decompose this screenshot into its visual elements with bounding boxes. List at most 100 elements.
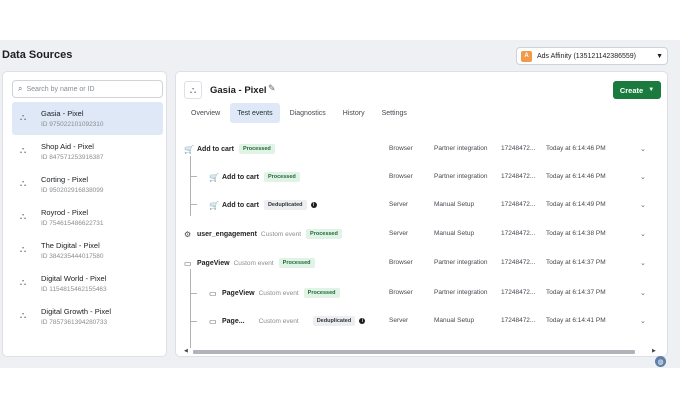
- engagement-icon: ⚙: [184, 229, 192, 239]
- custom-event-label: Custom event: [260, 230, 302, 238]
- source-item-digital-growth[interactable]: ⛬ Digital Growth - Pixel ID 7857361394280…: [12, 300, 163, 333]
- source-item-corting[interactable]: ⛬ Corting - Pixel ID 950202916838099: [12, 168, 163, 201]
- chevron-down-icon[interactable]: ⌄: [640, 317, 646, 325]
- tab-diagnostics[interactable]: Diagnostics: [283, 103, 333, 123]
- event-id: 17248472...: [501, 173, 536, 180]
- custom-event-label: Custom event: [258, 317, 299, 325]
- chevron-down-icon[interactable]: ⌄: [640, 173, 646, 181]
- event-id: 17248472...: [501, 259, 536, 266]
- event-time: Today at 6:14:37 PM: [546, 259, 606, 266]
- event-time: Today at 6:14:41 PM: [546, 317, 606, 324]
- event-name: PageView: [222, 289, 255, 297]
- search-input[interactable]: ⌕ Search by name or ID: [12, 80, 163, 98]
- event-name: user_engagement: [197, 230, 257, 238]
- table-row[interactable]: 🛒 Add to cart Deduplicated i Server Manu…: [184, 191, 650, 219]
- event-time: Today at 6:14:46 PM: [546, 145, 606, 152]
- event-id: 17248472...: [501, 317, 536, 324]
- source-name: Corting - Pixel: [41, 175, 89, 184]
- pixel-name: Gasia - Pixel: [210, 85, 267, 96]
- scroll-right-icon[interactable]: ▶: [652, 348, 656, 354]
- source-id: ID 7857361394280733: [41, 319, 108, 326]
- chevron-down-icon[interactable]: ⌄: [640, 230, 646, 238]
- custom-event-label: Custom event: [258, 289, 299, 297]
- source-item-shop-aid[interactable]: ⛬ Shop Aid - Pixel ID 847571253916387: [12, 135, 163, 168]
- create-button[interactable]: Create ▼: [613, 81, 661, 99]
- table-row[interactable]: 🛒 Add to cart Processed Browser Partner …: [184, 135, 650, 163]
- status-badge: Deduplicated: [312, 316, 356, 326]
- pixel-detail-panel: ⛬ Gasia - Pixel ✎ Create ▼ Overview Test…: [175, 71, 668, 357]
- page-icon: ▭: [209, 316, 217, 326]
- chevron-down-icon: ▼: [656, 52, 663, 60]
- source-name: Digital World - Pixel: [41, 274, 107, 283]
- pixel-icon: ⛬: [19, 144, 27, 155]
- scroll-left-icon[interactable]: ◀: [184, 348, 188, 354]
- source-id: ID 975022101092310: [41, 121, 104, 128]
- source-name: Digital Growth - Pixel: [41, 307, 112, 316]
- source-item-gasia[interactable]: ⛬ Gasia - Pixel ID 975022101092310: [12, 102, 163, 135]
- source-item-digital-world[interactable]: ⛬ Digital World - Pixel ID 11548154621554…: [12, 267, 163, 300]
- source-item-royrod[interactable]: ⛬ Royrod - Pixel ID 754615486622731: [12, 201, 163, 234]
- table-row[interactable]: ⚙ user_engagement Custom event Processed…: [184, 220, 650, 248]
- pencil-icon[interactable]: ✎: [268, 83, 276, 94]
- event-integration: Partner integration: [434, 145, 488, 152]
- event-integration: Manual Setup: [434, 317, 475, 324]
- source-list: ⛬ Gasia - Pixel ID 975022101092310 ⛬ Shop…: [12, 102, 163, 333]
- events-table: 🛒 Add to cart Processed Browser Partner …: [184, 132, 661, 348]
- table-row[interactable]: ▭ PageView Custom event Processed Browse…: [184, 249, 650, 277]
- data-sources-panel: ⌕ Search by name or ID ⛬ Gasia - Pixel ID…: [2, 71, 167, 357]
- source-name: The Digital - Pixel: [41, 241, 100, 250]
- cart-icon: 🛒: [184, 144, 194, 154]
- event-source: Browser: [389, 289, 413, 296]
- table-row[interactable]: ▭ PageView Custom event Processed Browse…: [184, 279, 650, 307]
- event-time: Today at 6:14:37 PM: [546, 289, 606, 296]
- chevron-down-icon: ▼: [648, 87, 655, 93]
- pixel-icon: ⛬: [184, 81, 202, 99]
- tab-bar: Overview Test events Diagnostics History…: [184, 103, 417, 123]
- event-id: 17248472...: [501, 289, 536, 296]
- event-time: Today at 6:14:49 PM: [546, 201, 606, 208]
- tab-settings[interactable]: Settings: [375, 103, 414, 123]
- source-id: ID 754615486622731: [41, 220, 104, 227]
- scrollbar-thumb[interactable]: [193, 350, 635, 354]
- source-id: ID 384235444017580: [41, 253, 104, 260]
- cart-icon: 🛒: [209, 200, 219, 210]
- chevron-down-icon[interactable]: ⌄: [640, 145, 646, 153]
- status-badge: Processed: [238, 144, 275, 154]
- cart-icon: 🛒: [209, 172, 219, 182]
- event-integration: Manual Setup: [434, 230, 475, 237]
- source-name: Royrod - Pixel: [41, 208, 89, 217]
- event-id: 17248472...: [501, 230, 536, 237]
- chevron-down-icon[interactable]: ⌄: [640, 289, 646, 297]
- chevron-down-icon[interactable]: ⌄: [640, 259, 646, 267]
- status-badge: Processed: [278, 258, 315, 268]
- info-icon[interactable]: i: [310, 202, 317, 208]
- event-time: Today at 6:14:38 PM: [546, 230, 606, 237]
- table-row[interactable]: 🛒 Add to cart Processed Browser Partner …: [184, 163, 650, 191]
- horizontal-scrollbar[interactable]: ◀ ▶: [184, 348, 661, 355]
- top-bar: Data Sources A Ads Affinity (13512114238…: [0, 40, 680, 70]
- table-row[interactable]: ▭ Page... Custom event Deduplicated i Se…: [184, 307, 650, 335]
- pixel-icon: ⛬: [19, 243, 27, 254]
- event-integration: Partner integration: [434, 173, 488, 180]
- event-time: Today at 6:14:46 PM: [546, 173, 606, 180]
- event-integration: Manual Setup: [434, 201, 475, 208]
- source-id: ID 950202916838099: [41, 187, 104, 194]
- source-id: ID 1154815462155463: [41, 286, 107, 293]
- tab-overview[interactable]: Overview: [184, 103, 227, 123]
- source-item-the-digital[interactable]: ⛬ The Digital - Pixel ID 384235444017580: [12, 234, 163, 267]
- event-source: Server: [389, 201, 409, 208]
- status-badge: Processed: [306, 229, 342, 239]
- tab-history[interactable]: History: [336, 103, 372, 123]
- pixel-icon: ⛬: [19, 111, 27, 122]
- pixel-icon: ⛬: [19, 210, 27, 221]
- pixel-icon: ⛬: [19, 177, 27, 188]
- event-name: Page...: [222, 317, 245, 325]
- event-source: Browser: [389, 173, 413, 180]
- globe-icon[interactable]: ◍: [655, 356, 666, 367]
- account-selector[interactable]: A Ads Affinity (135121142386559) ▼: [516, 47, 668, 65]
- info-icon[interactable]: i: [359, 318, 366, 324]
- page-icon: ▭: [209, 288, 217, 298]
- chevron-down-icon[interactable]: ⌄: [640, 201, 646, 209]
- tab-test-events[interactable]: Test events: [230, 103, 280, 123]
- app-shell: Data Sources A Ads Affinity (13512114238…: [0, 40, 680, 368]
